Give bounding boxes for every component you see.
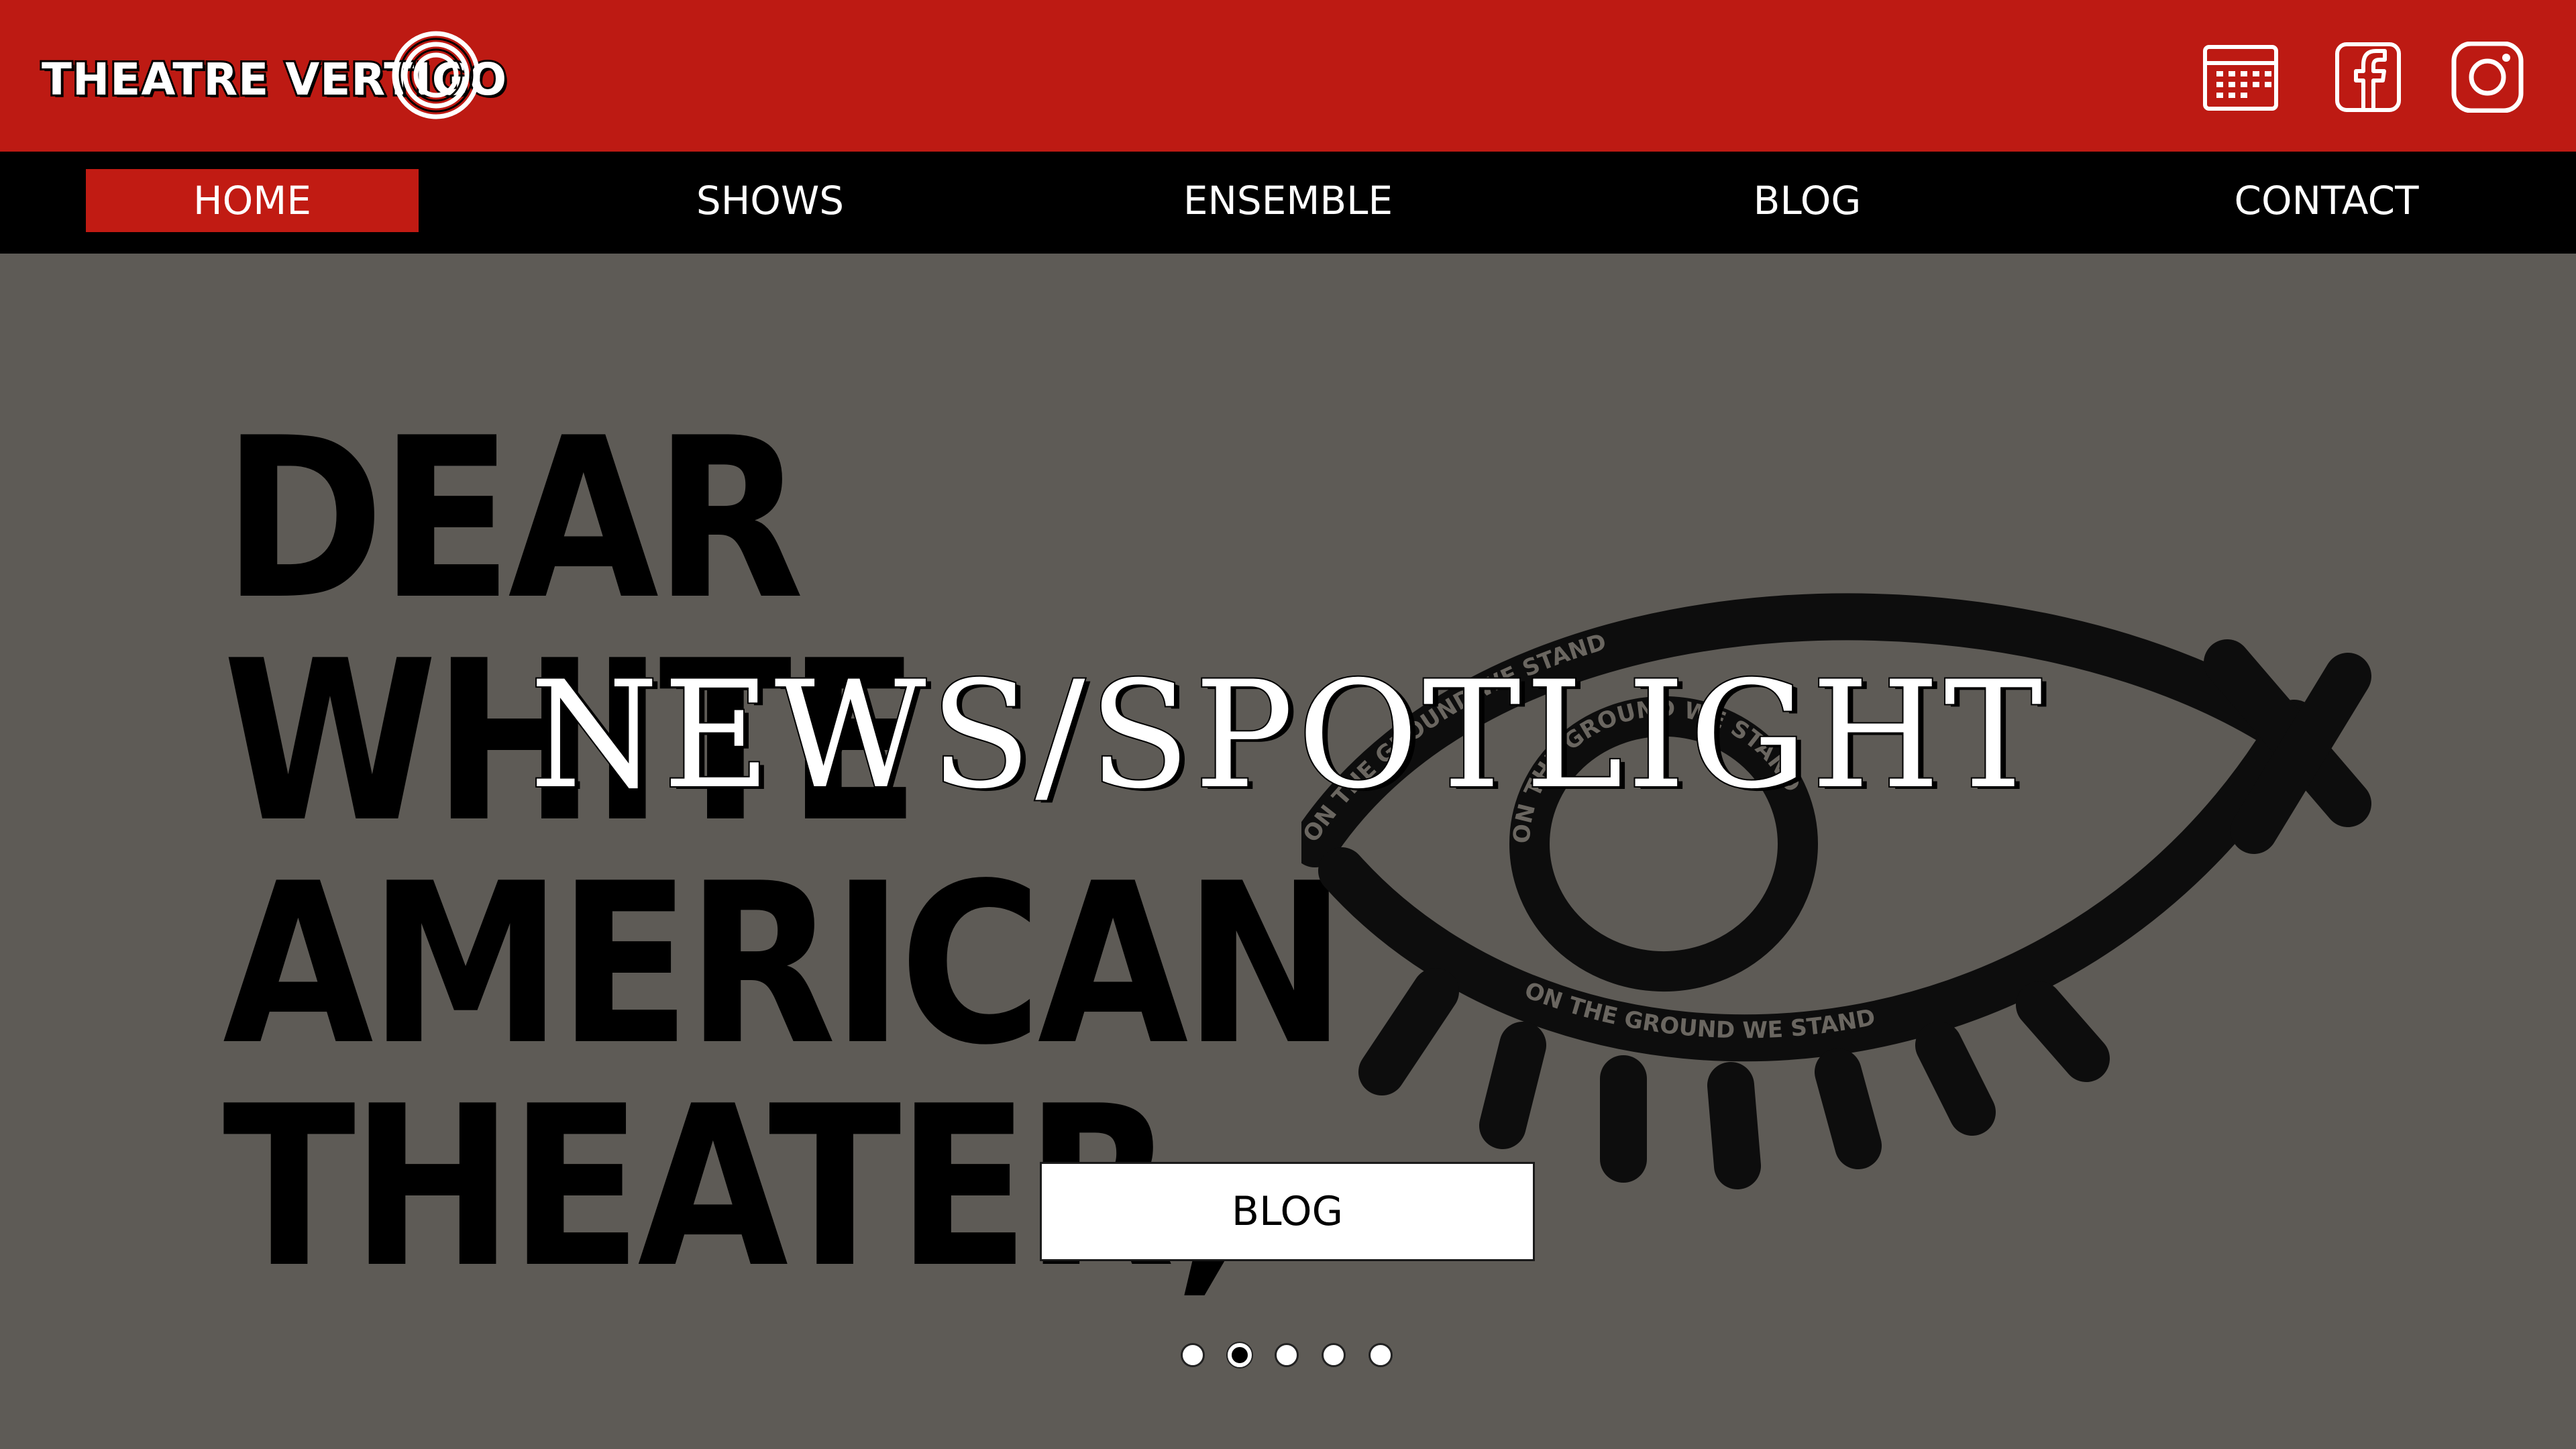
hero-slide: DEAR WHITE AMERICAN THEATER, ON THE GROU… <box>0 254 2576 1449</box>
header-bar: THEATRE VERTIGO <box>0 0 2576 152</box>
nav-item-ensemble[interactable]: ENSEMBLE <box>1122 169 1454 232</box>
carousel-dot-5[interactable] <box>1368 1343 1393 1367</box>
poster-line: AMERICAN <box>223 836 1346 1093</box>
nav-item-contact[interactable]: CONTACT <box>2160 169 2493 232</box>
facebook-icon[interactable] <box>2329 42 2407 113</box>
carousel-dot-4[interactable] <box>1322 1343 1346 1367</box>
site-logo[interactable]: THEATRE VERTIGO <box>40 28 508 122</box>
carousel-dot-2[interactable] <box>1228 1343 1252 1367</box>
main-nav: HOME SHOWS ENSEMBLE BLOG CONTACT <box>0 152 2576 254</box>
carousel-dot-1[interactable] <box>1181 1343 1205 1367</box>
eye-illustration: ON THE GROUND WE STAND ON THE GROUND WE … <box>1301 522 2371 1189</box>
calendar-icon[interactable] <box>2202 42 2279 113</box>
nav-item-home[interactable]: HOME <box>86 169 419 232</box>
carousel-dots <box>1181 1343 1403 1370</box>
instagram-icon[interactable] <box>2447 42 2525 113</box>
nav-item-blog[interactable]: BLOG <box>1641 169 1974 232</box>
blog-button[interactable]: BLOG <box>1040 1162 1535 1261</box>
logo-swirl-icon <box>392 31 480 119</box>
hero-headline: NEWS/SPOTLIGHT <box>528 648 2047 822</box>
nav-item-shows[interactable]: SHOWS <box>604 169 936 232</box>
poster-line: DEAR <box>223 390 804 648</box>
carousel-dot-3[interactable] <box>1275 1343 1299 1367</box>
